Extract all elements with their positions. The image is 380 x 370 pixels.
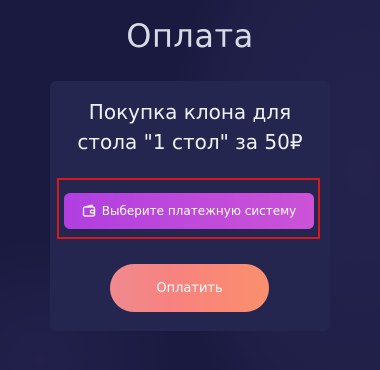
- select-payment-system-button[interactable]: Выберите платежную систему: [64, 193, 314, 229]
- page-title: Оплата: [126, 17, 254, 55]
- wallet-icon: [82, 204, 96, 218]
- pay-button[interactable]: Оплатить: [110, 264, 269, 312]
- select-payment-system-label: Выберите платежную систему: [101, 204, 297, 218]
- purchase-description: Покупка клона для стола "1 стол" за 50₽: [77, 100, 303, 154]
